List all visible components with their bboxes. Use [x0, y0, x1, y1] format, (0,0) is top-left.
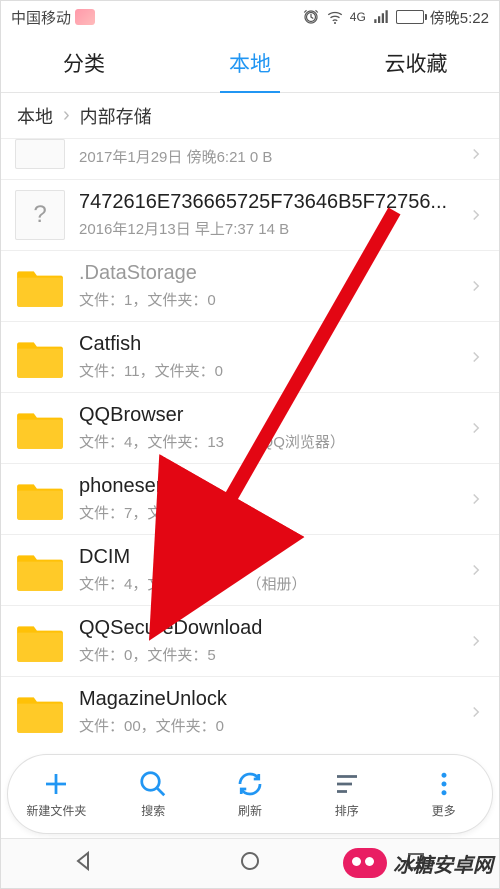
alarm-icon: [302, 8, 320, 26]
list-item-dcim[interactable]: DCIM 文件：4，文件夹：10 （相册）: [1, 535, 499, 606]
item-name: DCIM: [79, 546, 453, 569]
list-item[interactable]: Catfish 文件：11，文件夹：0: [1, 322, 499, 393]
wifi-icon: [326, 8, 344, 26]
nav-recent-button[interactable]: [404, 849, 428, 878]
more-button[interactable]: 更多: [395, 769, 492, 819]
item-name: QQBrowser: [79, 404, 453, 427]
file-list[interactable]: 2017年1月29日 傍晚6:21 0 B ? 7472616E73666572…: [1, 139, 499, 750]
sort-label: 排序: [335, 802, 359, 819]
new-folder-label: 新建文件夹: [26, 802, 86, 819]
item-name: QQSecureDownload: [79, 617, 453, 640]
folder-icon: [15, 261, 65, 311]
search-label: 搜索: [141, 802, 165, 819]
clock: 傍晚5:22: [430, 7, 489, 28]
system-navbar: [1, 838, 499, 888]
list-item[interactable]: ? 7472616E736665725F73646B5F72756... 201…: [1, 180, 499, 251]
item-meta: 文件：1，文件夹：0: [79, 289, 453, 310]
plus-icon: [41, 769, 71, 799]
circle-home-icon: [238, 849, 262, 873]
chevron-right-icon: [467, 277, 485, 295]
nav-home-button[interactable]: [238, 849, 262, 878]
nav-back-button[interactable]: [72, 849, 96, 878]
refresh-icon: [235, 769, 265, 799]
battery-icon: [396, 10, 424, 24]
item-meta: 文件：00，文件夹：0: [79, 715, 453, 736]
folder-icon: [15, 545, 65, 595]
search-button[interactable]: 搜索: [105, 769, 202, 819]
item-meta: 文件：4，文件夹：10 （相册）: [79, 573, 453, 594]
refresh-label: 刷新: [238, 802, 262, 819]
chevron-right-icon: [467, 561, 485, 579]
chevron-right-icon: [467, 632, 485, 650]
signal-type: 4G: [350, 10, 366, 24]
item-meta: 文件：7，文件夹：0: [79, 502, 453, 523]
folder-icon: [15, 474, 65, 524]
new-folder-button[interactable]: 新建文件夹: [8, 769, 105, 819]
triangle-back-icon: [72, 849, 96, 873]
refresh-button[interactable]: 刷新: [202, 769, 299, 819]
breadcrumb[interactable]: 本地 › 内部存储: [1, 93, 499, 139]
bottom-toolbar: 新建文件夹 搜索 刷新 排序 更多: [7, 754, 493, 834]
item-name: 7472616E736665725F73646B5F72756...: [79, 191, 453, 214]
more-label: 更多: [432, 802, 456, 819]
item-meta: 2017年1月29日 傍晚6:21 0 B: [79, 146, 453, 167]
square-recent-icon: [404, 849, 428, 873]
folder-icon: [15, 616, 65, 666]
status-bar: 中国移动 4G 傍晚5:22: [1, 1, 499, 33]
list-item[interactable]: MagazineUnlock 文件：00，文件夹：0: [1, 677, 499, 747]
breadcrumb-root[interactable]: 本地: [17, 103, 53, 129]
chevron-right-icon: ›: [63, 104, 70, 127]
folder-icon: [15, 332, 65, 382]
search-icon: [138, 769, 168, 799]
item-name: MagazineUnlock: [79, 688, 453, 711]
item-meta: 文件：0，文件夹：5: [79, 644, 453, 665]
chevron-right-icon: [467, 348, 485, 366]
folder-icon: [15, 687, 65, 737]
sort-button[interactable]: 排序: [298, 769, 395, 819]
item-meta: 文件：11，文件夹：0: [79, 360, 453, 381]
more-icon: [429, 769, 459, 799]
chevron-right-icon: [467, 206, 485, 224]
tab-category[interactable]: 分类: [1, 33, 167, 92]
sort-icon: [332, 769, 362, 799]
item-meta: 2016年12月13日 早上7:37 14 B: [79, 218, 453, 239]
tab-cloud[interactable]: 云收藏: [333, 33, 499, 92]
item-name: .DataStorage: [79, 262, 453, 285]
list-item[interactable]: .DataStorage 文件：1，文件夹：0: [1, 251, 499, 322]
chevron-right-icon: [467, 703, 485, 721]
top-tabs: 分类 本地 云收藏: [1, 33, 499, 93]
file-icon: [15, 139, 65, 169]
chevron-right-icon: [467, 419, 485, 437]
item-meta: 文件：4，文件夹：13 （QQ浏览器）: [79, 431, 453, 452]
carrier-icon: [75, 9, 95, 25]
list-item[interactable]: phoneservice 文件：7，文件夹：0: [1, 464, 499, 535]
list-item[interactable]: QQBrowser 文件：4，文件夹：13 （QQ浏览器）: [1, 393, 499, 464]
list-item[interactable]: 2017年1月29日 傍晚6:21 0 B: [1, 139, 499, 180]
tab-local[interactable]: 本地: [167, 33, 333, 92]
item-name: phoneservice: [79, 475, 453, 498]
carrier: 中国移动: [11, 7, 71, 28]
item-name: Catfish: [79, 333, 453, 356]
chevron-right-icon: [467, 490, 485, 508]
chevron-right-icon: [467, 145, 485, 163]
unknown-file-icon: ?: [15, 190, 65, 240]
signal-icon: [372, 8, 390, 26]
breadcrumb-path[interactable]: 内部存储: [80, 103, 152, 129]
list-item[interactable]: QQSecureDownload 文件：0，文件夹：5: [1, 606, 499, 677]
folder-icon: [15, 403, 65, 453]
